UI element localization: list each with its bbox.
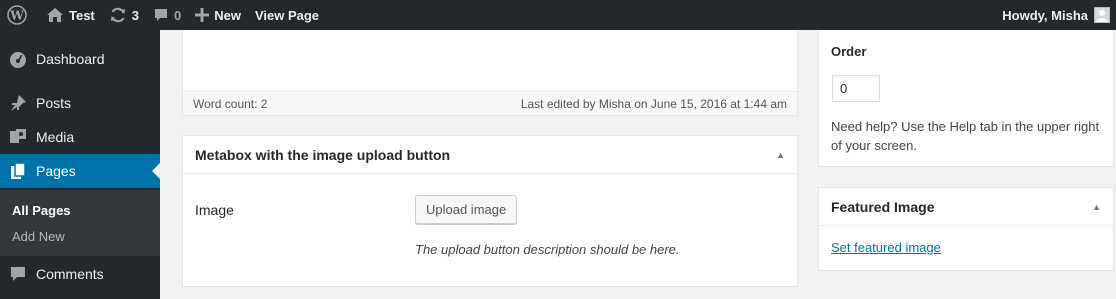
last-edited: Last edited by Misha on June 15, 2016 at… [520, 96, 787, 111]
metabox-header[interactable]: Metabox with the image upload button ▲ [183, 136, 797, 174]
pin-icon [0, 94, 36, 112]
image-field-label: Image [195, 202, 234, 218]
editor-status-bar: Word count: 2 Last edited by Misha on Ju… [183, 91, 797, 115]
comments-link[interactable]: 0 [146, 0, 188, 30]
view-page-label: View Page [254, 7, 320, 23]
sidebar-item-label: Posts [36, 95, 72, 111]
featured-image-header[interactable]: Featured Image ▲ [819, 188, 1113, 226]
sidebar-item-label: Pages [36, 163, 76, 179]
sidebar-item-label: Dashboard [36, 51, 105, 67]
home-icon [46, 7, 64, 23]
dashboard-icon [0, 50, 36, 68]
view-page-link[interactable]: View Page [248, 0, 326, 30]
new-label: New [214, 7, 241, 23]
metabox-title: Metabox with the image upload button [195, 146, 451, 163]
updates-icon [109, 6, 127, 24]
sidebar-item-dashboard[interactable]: Dashboard [0, 42, 160, 76]
editor-content-area[interactable]: Word count: 2 Last edited by Misha on Ju… [182, 30, 798, 116]
sidebar-item-label: Comments [36, 266, 104, 282]
word-count: Word count: 2 [193, 96, 268, 111]
avatar [1094, 7, 1110, 23]
image-upload-metabox: Metabox with the image upload button ▲ I… [182, 135, 798, 287]
media-icon [0, 128, 36, 146]
site-name-link[interactable]: Test [39, 0, 102, 30]
pages-submenu: All Pages Add New [0, 190, 160, 256]
upload-description: The upload button description should be … [415, 242, 680, 257]
site-name: Test [69, 7, 95, 23]
wordpress-logo-button[interactable]: W [0, 0, 39, 30]
sidebar-item-label: Media [36, 129, 75, 145]
comment-icon [0, 265, 36, 283]
wordpress-icon: W [7, 5, 27, 25]
admin-sidebar: Dashboard Posts Media Pages All Pages Ad… [0, 30, 160, 299]
comments-count: 0 [174, 7, 182, 23]
svg-text:W: W [9, 9, 24, 23]
page-attributes-box: Order 0 Need help? Use the Help tab in t… [818, 30, 1114, 167]
plus-icon [195, 8, 210, 22]
pages-icon [0, 162, 36, 180]
collapse-arrow-icon[interactable]: ▲ [776, 150, 785, 160]
sidebar-item-comments[interactable]: Comments [0, 257, 160, 291]
help-text: Need help? Use the Help tab in the upper… [831, 119, 1100, 153]
order-label: Order [831, 44, 867, 59]
order-input[interactable]: 0 [832, 75, 880, 102]
set-featured-image-link[interactable]: Set featured image [831, 240, 941, 255]
greeting: Howdy, Misha [1002, 7, 1088, 23]
sidebar-item-posts[interactable]: Posts [0, 86, 160, 120]
new-content-link[interactable]: New [188, 0, 248, 30]
submenu-all-pages[interactable]: All Pages [12, 203, 71, 218]
account-menu[interactable]: Howdy, Misha [1002, 0, 1110, 30]
collapse-arrow-icon[interactable]: ▲ [1092, 202, 1101, 212]
sidebar-item-pages[interactable]: Pages [0, 154, 160, 188]
updates-count: 3 [131, 7, 139, 23]
admin-bar: W Test 3 0 New View Page Howdy, Misha [0, 0, 1116, 30]
sidebar-item-media[interactable]: Media [0, 120, 160, 154]
updates-link[interactable]: 3 [102, 0, 146, 30]
featured-image-box: Featured Image ▲ Set featured image [818, 187, 1114, 271]
submenu-add-new[interactable]: Add New [12, 229, 65, 244]
comment-icon [153, 7, 169, 23]
upload-image-button[interactable]: Upload image [415, 195, 518, 224]
featured-image-title: Featured Image [831, 198, 935, 215]
